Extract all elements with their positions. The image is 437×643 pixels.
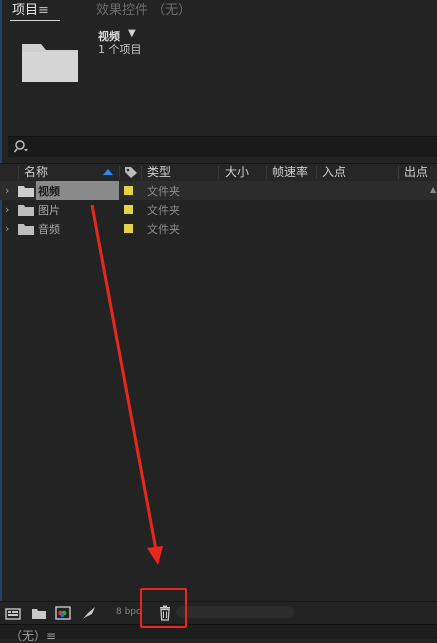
column-divider[interactable] [316, 166, 317, 179]
label-color-swatch[interactable] [124, 205, 133, 214]
panel-menu-icon[interactable]: ≡ [38, 3, 49, 18]
item-name[interactable]: 图片 [38, 202, 60, 218]
tab-project-label: 项目 [12, 3, 39, 18]
column-divider[interactable] [119, 166, 120, 179]
column-divider[interactable] [18, 166, 19, 179]
item-type: 文件夹 [147, 223, 180, 236]
expand-chevron-icon[interactable]: › [5, 203, 9, 216]
project-toolbar: 8 bpc [0, 601, 437, 624]
column-header-framerate[interactable]: 帧速率 [272, 164, 308, 181]
search-input[interactable] [8, 136, 437, 157]
folder-thumbnail-icon [22, 44, 78, 82]
panel-edge [0, 0, 2, 638]
item-type: 文件夹 [147, 204, 180, 217]
column-header-type[interactable]: 类型 [147, 164, 171, 181]
preview-item-count: 1 个项目 [98, 43, 142, 56]
label-tag-icon[interactable] [124, 166, 138, 179]
project-item-row[interactable]: › 音频 文件夹 [0, 219, 437, 238]
column-header-out-point[interactable]: 出点 [404, 164, 428, 181]
column-divider[interactable] [398, 166, 399, 179]
color-depth-button[interactable]: 8 bpc [116, 607, 141, 617]
folder-icon [18, 205, 34, 216]
folder-icon [18, 224, 34, 235]
project-panel: 项目 ≡ 效果控件 （无） 视频 ▼ 1 个项目 名称 类型 大小 帧速率 入点… [0, 0, 437, 642]
render-queue-icon[interactable] [81, 606, 97, 620]
label-color-swatch[interactable] [124, 224, 133, 233]
tab-project[interactable]: 项目 [12, 2, 38, 20]
folder-icon [18, 186, 34, 197]
preview-dropdown-icon[interactable]: ▼ [128, 28, 136, 39]
column-header-size[interactable]: 大小 [225, 164, 249, 181]
column-divider[interactable] [141, 166, 142, 179]
column-divider[interactable] [218, 166, 219, 179]
active-tab-underline [10, 20, 60, 21]
tab-effect-controls[interactable]: 效果控件 （无） [96, 2, 191, 20]
interpret-footage-icon[interactable] [5, 606, 21, 620]
column-divider[interactable] [266, 166, 267, 179]
new-composition-icon[interactable] [55, 606, 71, 620]
column-header-row: 名称 类型 大小 帧速率 入点 出点 [0, 163, 437, 182]
project-item-row[interactable]: › 图片 文件夹 [0, 200, 437, 219]
timeline-tab-label[interactable]: （无）≡ [10, 630, 56, 642]
project-item-row[interactable]: › 视频 文件夹 [0, 181, 437, 200]
sort-ascending-icon[interactable] [103, 169, 113, 175]
vertical-scrollbar-thumb[interactable]: ▲ [430, 185, 436, 194]
timeline-tab-strip: （无）≡ [0, 624, 437, 642]
item-type: 文件夹 [147, 185, 180, 198]
horizontal-scrollbar[interactable] [176, 606, 294, 618]
annotation-highlight-box [140, 588, 187, 628]
expand-chevron-icon[interactable]: › [5, 222, 9, 235]
search-icon[interactable] [14, 139, 30, 155]
panel-tabs: 项目 ≡ 效果控件 （无） [0, 0, 437, 22]
expand-chevron-icon[interactable]: › [5, 184, 9, 197]
label-color-swatch[interactable] [124, 186, 133, 195]
new-folder-icon[interactable] [31, 606, 47, 620]
item-name[interactable]: 音频 [38, 221, 60, 237]
column-header-in-point[interactable]: 入点 [322, 164, 346, 181]
column-header-name[interactable]: 名称 [24, 164, 48, 181]
item-name[interactable]: 视频 [38, 183, 60, 199]
annotation-arrow [90, 204, 163, 565]
